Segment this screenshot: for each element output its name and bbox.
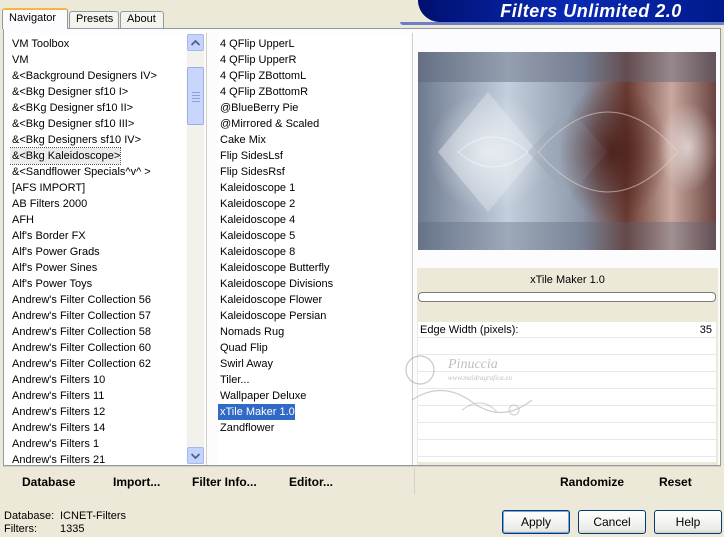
import-button[interactable]: Import... xyxy=(113,475,160,489)
watermark-logo: Pinuccia www.maldragrafica.eu xyxy=(405,355,533,416)
filter-preview xyxy=(418,52,716,250)
filter-item[interactable]: Quad Flip xyxy=(218,340,268,356)
category-item[interactable]: &<Bkg Designers sf10 IV> xyxy=(10,132,141,148)
filter-item[interactable]: Wallpaper Deluxe xyxy=(218,388,306,404)
category-item[interactable]: &<Background Designers IV> xyxy=(10,68,157,84)
category-item[interactable]: &<Sandflower Specials^v^ > xyxy=(10,164,151,180)
param-edge-width[interactable]: Edge Width (pixels): 35 xyxy=(418,322,716,338)
tab-presets[interactable]: Presets xyxy=(69,11,119,28)
filter-item[interactable]: 4 QFlip UpperL xyxy=(218,36,295,52)
tab-navigator-label: Navigator xyxy=(9,12,57,24)
help-button[interactable]: Help xyxy=(654,510,722,534)
category-item[interactable]: VM Toolbox xyxy=(10,36,69,52)
randomize-button[interactable]: Randomize xyxy=(560,475,624,489)
filter-item[interactable]: 4 QFlip UpperR xyxy=(218,52,296,68)
filter-item[interactable]: Kaleidoscope 8 xyxy=(218,244,295,260)
filter-item[interactable]: Flip SidesRsf xyxy=(218,164,285,180)
scroll-down-button[interactable] xyxy=(187,447,204,464)
filter-item[interactable]: 4 QFlip ZBottomR xyxy=(218,84,308,100)
category-item[interactable]: [AFS IMPORT] xyxy=(10,180,85,196)
filter-item[interactable]: Kaleidoscope 5 xyxy=(218,228,295,244)
status-database-value: ICNET-Filters xyxy=(60,510,126,522)
status-filters-label: Filters: xyxy=(4,523,37,535)
filter-item[interactable]: Zandflower xyxy=(218,420,274,436)
filter-item[interactable]: Kaleidoscope Divisions xyxy=(218,276,333,292)
filter-item[interactable]: Kaleidoscope Persian xyxy=(218,308,326,324)
banner-title: Filters Unlimited 2.0 xyxy=(500,1,682,21)
status-database-label: Database: xyxy=(4,510,55,522)
filter-name-label: xTile Maker 1.0 xyxy=(530,274,605,286)
category-item[interactable]: Andrew's Filter Collection 60 xyxy=(10,340,151,356)
filter-item[interactable]: Kaleidoscope 4 xyxy=(218,212,295,228)
category-list[interactable]: VM Toolbox VM &<Background Designers IV> &<… xyxy=(10,33,186,465)
editor-button[interactable]: Editor... xyxy=(289,475,333,489)
filter-item[interactable]: xTile Maker 1.0 xyxy=(218,404,295,420)
category-item[interactable]: Andrew's Filters 11 xyxy=(10,388,104,404)
category-item[interactable]: Alf's Border FX xyxy=(10,228,86,244)
filter-item[interactable]: @Mirrored & Scaled xyxy=(218,116,319,132)
filter-list[interactable]: 4 QFlip UpperL 4 QFlip UpperR 4 QFlip ZBot… xyxy=(218,33,410,465)
status-filters: Filters: 1335 xyxy=(4,523,84,535)
filter-item[interactable]: Kaleidoscope 2 xyxy=(218,196,295,212)
chevron-down-icon xyxy=(191,453,200,460)
category-item[interactable]: &<BKg Designer sf10 II> xyxy=(10,100,133,116)
banner-underline xyxy=(400,22,724,25)
list-divider xyxy=(206,33,207,465)
category-item[interactable]: Andrew's Filter Collection 62 xyxy=(10,356,151,372)
apply-button[interactable]: Apply xyxy=(502,510,570,534)
header-banner: Filters Unlimited 2.0 xyxy=(418,0,724,22)
category-item[interactable]: Andrew's Filter Collection 56 xyxy=(10,292,151,308)
category-item[interactable]: &<Bkg Designer sf10 III> xyxy=(10,116,134,132)
filter-info-button[interactable]: Filter Info... xyxy=(192,475,257,489)
scroll-up-button[interactable] xyxy=(187,34,204,51)
filter-item[interactable]: Flip SidesLsf xyxy=(218,148,283,164)
filter-item[interactable]: Kaleidoscope Butterfly xyxy=(218,260,329,276)
category-item[interactable]: &<Bkg Designer sf10 I> xyxy=(10,84,128,100)
filter-item[interactable]: Cake Mix xyxy=(218,132,266,148)
filter-item[interactable]: Nomads Rug xyxy=(218,324,284,340)
category-item[interactable]: Andrew's Filters 12 xyxy=(10,404,105,420)
filter-item[interactable]: Tiler... xyxy=(218,372,250,388)
param-edge-width-value[interactable]: 35 xyxy=(700,324,712,336)
scroll-thumb[interactable] xyxy=(187,67,204,125)
param-edge-width-label: Edge Width (pixels): xyxy=(420,324,519,336)
category-item[interactable]: VM xyxy=(10,52,29,68)
progress-bar xyxy=(418,292,716,302)
tab-about-label: About xyxy=(127,13,156,25)
category-item[interactable]: Andrew's Filter Collection 57 xyxy=(10,308,151,324)
status-filters-value: 1335 xyxy=(60,523,85,535)
category-item[interactable]: Alf's Power Toys xyxy=(10,276,92,292)
category-item[interactable]: Alf's Power Sines xyxy=(10,260,97,276)
category-scrollbar[interactable] xyxy=(187,34,204,464)
category-item[interactable]: Alf's Power Grads xyxy=(10,244,100,260)
tab-navigator[interactable]: Navigator xyxy=(2,8,68,29)
reset-button[interactable]: Reset xyxy=(659,475,692,489)
filter-item[interactable]: @BlueBerry Pie xyxy=(218,100,298,116)
watermark-name: Pinuccia xyxy=(447,357,498,372)
category-item[interactable]: Andrew's Filters 14 xyxy=(10,420,105,436)
chevron-up-icon xyxy=(191,39,200,46)
database-button[interactable]: Database xyxy=(22,475,75,489)
param-empty-row xyxy=(418,441,716,457)
filter-item[interactable]: Kaleidoscope 1 xyxy=(218,180,295,196)
action-bar-divider xyxy=(414,468,415,494)
category-item[interactable]: AB Filters 2000 xyxy=(10,196,87,212)
category-item[interactable]: &<Bkg Kaleidoscope> xyxy=(10,147,122,165)
filter-item[interactable]: Swirl Away xyxy=(218,356,273,372)
tab-about[interactable]: About xyxy=(120,11,164,28)
tab-presets-label: Presets xyxy=(76,13,114,25)
category-item[interactable]: Andrew's Filter Collection 58 xyxy=(10,324,151,340)
category-item[interactable]: Andrew's Filters 1 xyxy=(10,436,99,452)
watermark-url: www.maldragrafica.eu xyxy=(448,374,513,382)
category-item[interactable]: Andrew's Filters 21 xyxy=(10,452,105,465)
category-item[interactable]: Andrew's Filters 10 xyxy=(10,372,105,388)
filter-item[interactable]: 4 QFlip ZBottomL xyxy=(218,68,306,84)
category-item[interactable]: AFH xyxy=(10,212,34,228)
filter-item[interactable]: Kaleidoscope Flower xyxy=(218,292,322,308)
status-database: Database: ICNET-Filters xyxy=(4,510,126,522)
cancel-button[interactable]: Cancel xyxy=(578,510,646,534)
